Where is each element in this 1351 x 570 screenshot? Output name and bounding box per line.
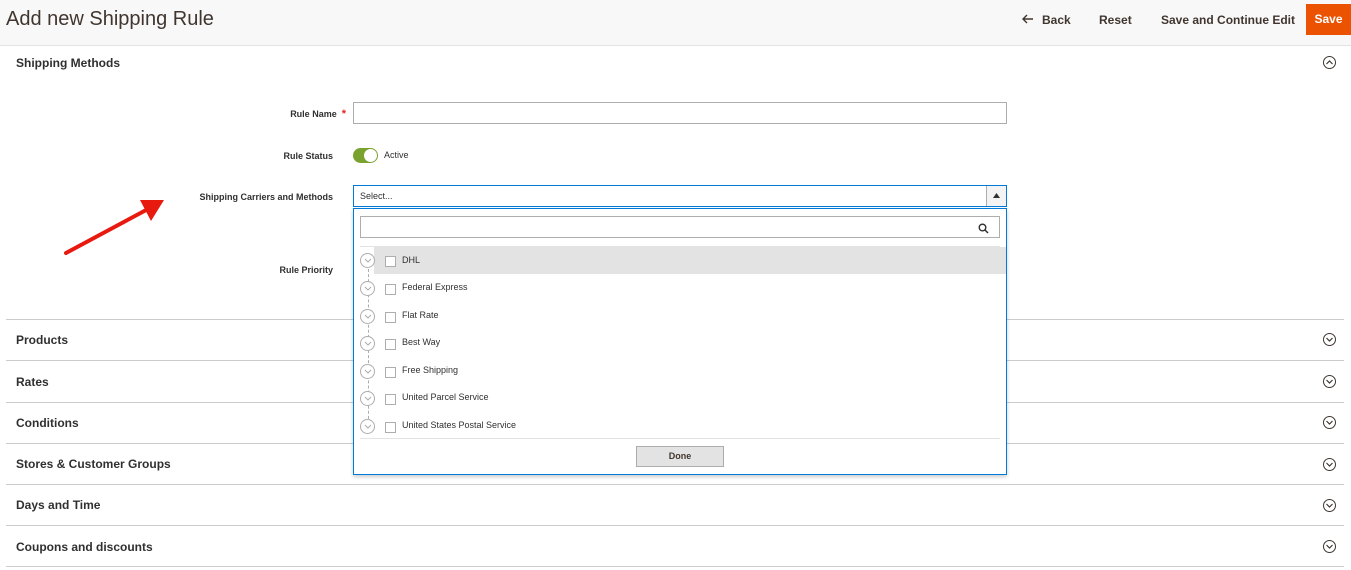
option-label: DHL [402,255,421,265]
carriers-search-input[interactable] [360,216,1000,238]
section-title-stores-customer-groups[interactable]: Stores & Customer Groups [16,457,171,471]
option-label: Federal Express [402,282,468,292]
option-label: Free Shipping [402,365,459,375]
chevron-down-icon[interactable] [360,364,375,379]
arrow-left-icon [1022,12,1036,28]
done-button[interactable]: Done [636,446,724,467]
search-icon [978,221,989,239]
section-title-products[interactable]: Products [16,333,68,347]
rule-status-toggle[interactable] [353,148,378,163]
chevron-down-icon[interactable] [360,419,375,434]
list-item[interactable]: DHL [354,247,1006,274]
chevron-down-icon[interactable] [360,391,375,406]
annotation-arrow-icon [64,200,164,255]
list-item[interactable]: Free Shipping [354,357,1006,384]
chevron-down-icon[interactable] [360,309,375,324]
option-label: United States Postal Service [402,420,517,430]
rule-name-input[interactable] [353,102,1007,124]
chevron-down-circle-icon[interactable] [1323,540,1336,553]
page-title: Add new Shipping Rule [6,8,214,30]
back-button[interactable]: Back [1022,12,1071,28]
carriers-select-placeholder: Select... [360,191,393,201]
list-item[interactable]: Flat Rate [354,302,1006,329]
chevron-down-icon[interactable] [360,253,375,268]
caret-up-icon[interactable] [986,186,1006,206]
page-header: Add new Shipping Rule Back Reset Save an… [0,0,1351,46]
toggle-knob [364,149,377,162]
section-title-conditions[interactable]: Conditions [16,416,79,430]
chevron-down-icon[interactable] [360,281,375,296]
reset-button[interactable]: Reset [1099,12,1132,28]
chevron-down-circle-icon[interactable] [1323,333,1336,346]
chevron-up-circle-icon[interactable] [1323,56,1336,69]
section-divider [6,525,1344,526]
chevron-down-icon[interactable] [360,336,375,351]
rule-status-label: Rule Status [283,151,333,161]
chevron-down-circle-icon[interactable] [1323,375,1336,388]
option-label: United Parcel Service [402,392,489,402]
checkbox[interactable] [385,256,396,267]
checkbox[interactable] [385,422,396,433]
list-item[interactable]: United States Postal Service [354,412,1006,439]
save-and-continue-button[interactable]: Save and Continue Edit [1161,12,1295,28]
checkbox[interactable] [385,339,396,350]
rule-status-value: Active [384,150,409,160]
checkbox[interactable] [385,284,396,295]
chevron-down-circle-icon[interactable] [1323,458,1336,471]
carriers-select[interactable]: Select... [353,185,1007,207]
list-item[interactable]: Best Way [354,329,1006,356]
list-item[interactable]: Federal Express [354,274,1006,301]
section-divider [6,484,1344,485]
section-divider [6,566,1344,567]
section-title-days-and-time[interactable]: Days and Time [16,498,100,512]
list-item[interactable]: United Parcel Service [354,384,1006,411]
rule-name-label-text: Rule Name [290,109,337,119]
option-label: Best Way [402,337,441,347]
chevron-down-circle-icon[interactable] [1323,416,1336,429]
section-title-shipping-methods[interactable]: Shipping Methods [16,56,120,70]
checkbox[interactable] [385,312,396,323]
section-title-rates[interactable]: Rates [16,375,49,389]
save-button[interactable]: Save [1306,4,1351,35]
required-mark: * [341,108,346,120]
carriers-dropdown-panel: DHL Federal Express Flat Rate Best Way F… [353,208,1007,475]
carriers-label: Shipping Carriers and Methods [199,192,333,202]
option-label: Flat Rate [402,310,439,320]
dropdown-separator [360,438,1000,439]
rule-name-label: Rule Name * [200,108,346,120]
chevron-down-circle-icon[interactable] [1323,499,1336,512]
back-button-label: Back [1042,13,1071,27]
section-title-coupons-discounts[interactable]: Coupons and discounts [16,540,153,554]
checkbox[interactable] [385,394,396,405]
checkbox[interactable] [385,367,396,378]
rule-priority-label: Rule Priority [279,265,333,275]
